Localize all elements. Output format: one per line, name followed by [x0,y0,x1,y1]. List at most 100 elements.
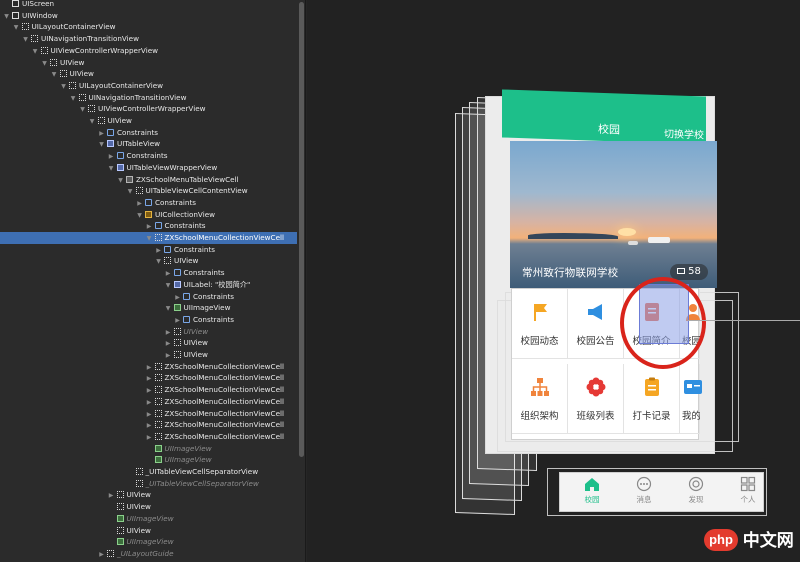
outline-row[interactable]: UIView [0,525,297,537]
outline-row[interactable]: ▶ UIView [0,349,297,361]
menu-cell-label: 我的IC卡 [682,411,700,422]
view-debugger-canvas[interactable]: 校园 切换学校 常州致行物联网学校 58 校园动态校园公告校园简介校园风采组织架… [307,0,800,562]
view-type-icon [50,58,57,66]
outline-row[interactable]: UIImageView [0,513,297,525]
view-type-icon [154,409,162,417]
outline-row[interactable]: ▼ UINavigationTransitionView [0,33,297,45]
outline-row[interactable]: UIImageView [0,536,297,548]
outline-row-label: Constraints [174,244,216,254]
view-type-icon [116,526,124,534]
outline-row[interactable]: ▶ Constraints [0,150,297,162]
tab-grid[interactable]: 个人 [726,476,770,512]
outline-row-label: ZXSchoolMenuCollectionViewCell [164,373,285,383]
outline-row[interactable]: ▼ UILabel: "校园简介" [0,279,297,291]
view-type-icon [154,456,162,464]
tab-home[interactable]: 校园 [570,476,614,512]
outline-row-label: ZXSchoolMenuCollectionViewCell [164,233,285,242]
outline-row[interactable]: ▶ ZXSchoolMenuCollectionViewCell [0,396,297,408]
outline-row[interactable]: ▶ ZXSchoolMenuCollectionViewCell [0,361,297,373]
outline-row[interactable]: ▼ ZXSchoolMenuTableViewCell [0,174,297,186]
outline-row[interactable]: ▼ ZXSchoolMenuCollectionViewCell [0,232,297,244]
outline-row-label: UITableView [117,139,161,149]
tab-chat[interactable]: 消息 [622,476,666,512]
outline-row-label: UILayoutContainerView [79,80,163,90]
outline-row[interactable]: ▼ UIViewControllerWrapperView [0,45,297,57]
view-type-icon [154,397,162,405]
switch-school-button[interactable]: 切换学校 [664,125,704,141]
outline-row[interactable]: ▼ UIView [0,68,297,80]
outline-row[interactable]: ▼ UIWindow [0,10,297,22]
navigation-bar: 校园 切换学校 [502,89,706,145]
view-hierarchy-outline[interactable]: UIScreen ▼ UIWindow ▼ UILayoutContainerView ▼… [0,0,306,562]
menu-cell[interactable]: 打卡记录 [624,364,680,434]
outline-row-label: UIScreen [22,0,55,8]
outline-row[interactable]: ▶ ZXSchoolMenuCollectionViewCell [0,384,297,396]
view-type-icon [107,549,114,557]
outline-row[interactable]: ▼ UITableView [0,138,297,150]
outline-row-label: Constraints [126,151,168,161]
outline-row[interactable]: ▼ UILayoutContainerView [0,80,297,92]
outline-row[interactable]: ▼ UIViewControllerWrapperView [0,103,297,115]
outline-row[interactable]: UIView [0,501,297,513]
nav-title: 校园 [598,122,620,137]
outline-row[interactable]: ▶ Constraints [0,197,297,209]
outline-row-label: UIView [107,116,132,125]
photo-count-badge[interactable]: 58 [670,264,708,280]
outline-row[interactable]: ▼ UICollectionView [0,209,297,221]
outline-row[interactable]: ▶ ZXSchoolMenuCollectionViewCell [0,372,297,384]
outline-row[interactable]: UIScreen [0,0,297,10]
view-type-icon [154,432,162,440]
campus-banner[interactable]: 常州致行物联网学校 58 [510,141,717,288]
outline-row[interactable]: ▶ Constraints [0,291,297,303]
menu-cell-label: 班级列表 [576,411,615,422]
menu-cell[interactable]: 校园动态 [512,289,568,359]
outline-row[interactable]: ▼ UIImageView [0,302,297,314]
outline-row[interactable]: ▶ ZXSchoolMenuCollectionViewCell [0,431,297,443]
outline-row[interactable]: ▶ _UILayoutGuide [0,548,297,560]
view-type-icon [154,421,162,429]
outline-row[interactable]: ▶ UIView [0,489,297,501]
outline-scrollbar[interactable] [299,2,304,457]
highlight-ring [620,277,706,369]
outline-row[interactable]: ▼ UITableViewWrapperView [0,162,297,174]
menu-cell[interactable]: 班级列表 [568,364,624,434]
outline-row[interactable]: ▶ Constraints [0,244,297,256]
menu-cell[interactable]: 组织架构 [512,364,568,434]
outline-row[interactable]: ▼ UITableViewCellContentView [0,185,297,197]
menu-cell[interactable]: 校园公告 [568,289,624,359]
view-type-icon [164,245,171,253]
outline-row[interactable]: UIImageView [0,443,297,455]
watermark-badge: php [704,529,738,551]
view-type-icon [164,257,171,265]
outline-row[interactable]: ▼ UIView [0,57,297,69]
outline-row[interactable]: ▼ UINavigationTransitionView [0,92,297,104]
outline-row[interactable]: _UITableViewCellSeparatorView [0,478,297,490]
outline-row[interactable]: ▼ UILayoutContainerView [0,21,297,33]
view-type-icon [97,117,105,124]
outline-row-label: UIView [183,350,208,359]
outline-row-label: UILayoutContainerView [31,22,116,32]
outline-row[interactable]: ▶ UIView [0,337,297,349]
outline-row[interactable]: ▶ Constraints [0,267,297,279]
outline-row[interactable]: ▶ ZXSchoolMenuCollectionViewCell [0,408,297,420]
outline-row[interactable]: ▼ UIView [0,115,297,127]
org-chart-icon [529,376,551,398]
outline-row-label: _UITableViewCellSeparatorView [145,478,259,488]
outline-row[interactable]: UIImageView [0,454,297,466]
outline-row-label: UIWindow [22,10,58,20]
outline-row[interactable]: ▶ Constraints [0,220,297,232]
outline-row[interactable]: ▼ UIView [0,255,297,267]
outline-row-label: UITableViewCellContentView [145,186,248,196]
outline-row-label: UITableViewWrapperView [126,162,218,172]
outline-row-label: UINavigationTransitionView [41,34,139,44]
outline-row[interactable]: ▶ UIView [0,326,297,338]
outline-row[interactable]: ▶ ZXSchoolMenuCollectionViewCell [0,419,297,431]
outline-row[interactable]: ▶ Constraints [0,314,297,326]
menu-cell[interactable]: 我的IC卡 [680,364,702,434]
outline-row[interactable]: ▶ Constraints [0,127,297,139]
tab-compass[interactable]: 发现 [674,476,718,512]
view-type-icon [116,514,124,522]
outline-row[interactable]: _UITableViewCellSeparatorView [0,466,297,478]
view-type-icon [126,175,133,183]
disclosure-closed-icon[interactable]: ▶ [97,549,106,561]
